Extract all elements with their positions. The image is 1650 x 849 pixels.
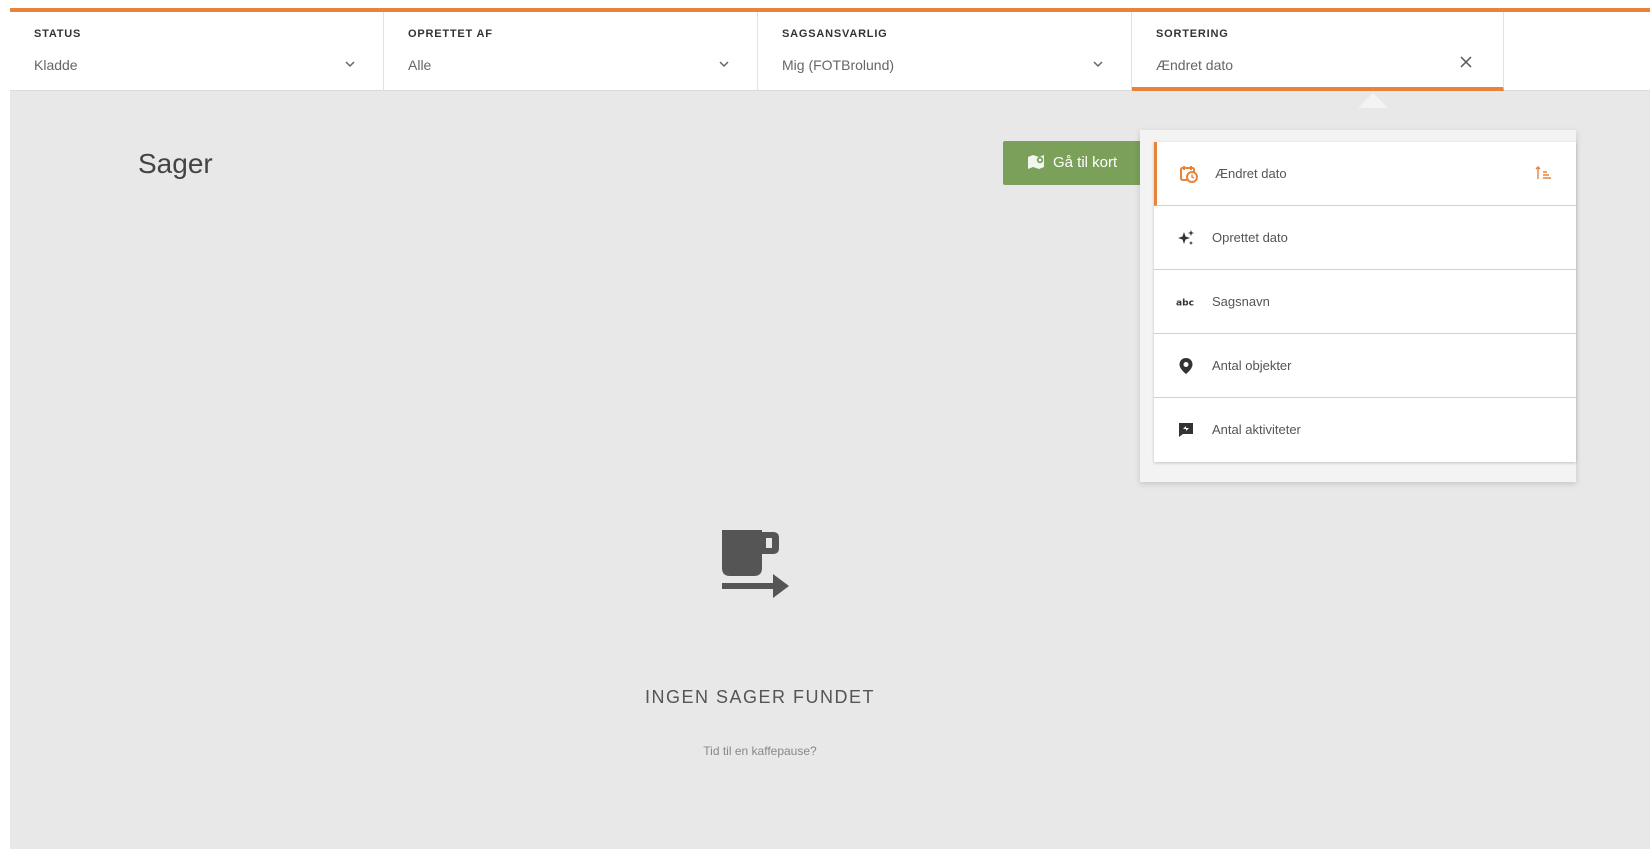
coffee-cup-icon (722, 530, 789, 598)
empty-state-title: INGEN SAGER FUNDET (644, 687, 876, 707)
filter-sagsansvarlig[interactable]: SAGSANSVARLIG Mig (FOTBrolund) (758, 12, 1132, 91)
map-icon (1028, 155, 1044, 169)
sort-option-aendret-dato[interactable]: Ændret dato (1154, 142, 1576, 206)
close-icon[interactable] (1458, 54, 1474, 70)
sort-option-label: Ændret dato (1215, 166, 1287, 181)
abc-icon: abc (1176, 292, 1196, 312)
filter-sortering-value: Ændret dato (1156, 57, 1234, 73)
svg-text:abc: abc (1176, 299, 1194, 309)
chevron-down-icon (1093, 61, 1103, 68)
dropdown-caret (1358, 93, 1388, 108)
sort-option-label: Antal aktiviteter (1212, 422, 1301, 437)
filter-status-label: STATUS (34, 28, 82, 40)
activity-icon (1176, 420, 1196, 440)
filter-status-value: Kladde (34, 57, 78, 73)
sort-option-oprettet-dato[interactable]: Oprettet dato (1154, 206, 1576, 270)
sort-ascending-icon[interactable] (1534, 164, 1552, 182)
sort-option-label: Antal objekter (1212, 358, 1292, 373)
page-title: Sager (138, 148, 213, 179)
filter-sagsansvarlig-label: SAGSANSVARLIG (782, 28, 888, 40)
chevron-down-icon (345, 61, 355, 68)
app-container: STATUS Kladde OPRETTET AF Alle SAGSANSVA… (10, 8, 1650, 849)
sort-option-antal-aktiviteter[interactable]: Antal aktiviteter (1154, 398, 1576, 462)
filter-oprettet-af[interactable]: OPRETTET AF Alle (384, 12, 758, 91)
filter-oprettet-af-label: OPRETTET AF (408, 28, 493, 40)
sort-dropdown-panel: Ændret dato Oprettet dato abc Sagsnavn A… (1140, 130, 1576, 482)
calendar-clock-icon (1179, 164, 1199, 184)
chevron-down-icon (719, 61, 729, 68)
sort-menu: Ændret dato Oprettet dato abc Sagsnavn A… (1154, 142, 1576, 462)
go-to-map-label: Gå til kort (1053, 154, 1118, 171)
go-to-map-button[interactable]: Gå til kort (1003, 141, 1163, 185)
sort-option-label: Sagsnavn (1212, 294, 1270, 309)
empty-state-subtitle: Tid til en kaffepause? (703, 744, 817, 758)
filter-oprettet-af-value: Alle (408, 57, 432, 73)
filter-bar: STATUS Kladde OPRETTET AF Alle SAGSANSVA… (10, 12, 1650, 91)
filter-sortering-label: SORTERING (1156, 28, 1229, 40)
filter-status[interactable]: STATUS Kladde (10, 12, 384, 91)
sort-option-sagsnavn[interactable]: abc Sagsnavn (1154, 270, 1576, 334)
sort-option-label: Oprettet dato (1212, 230, 1288, 245)
sparkle-icon (1176, 228, 1196, 248)
filter-sortering[interactable]: SORTERING Ændret dato (1132, 12, 1504, 91)
filter-sagsansvarlig-value: Mig (FOTBrolund) (782, 57, 895, 73)
map-pin-icon (1176, 356, 1196, 376)
sort-option-antal-objekter[interactable]: Antal objekter (1154, 334, 1576, 398)
